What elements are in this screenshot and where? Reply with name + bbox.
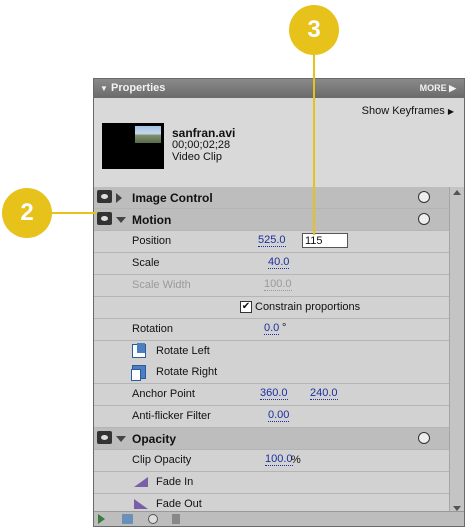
anchor-point-label: Anchor Point bbox=[132, 388, 195, 400]
scale-width-label: Scale Width bbox=[132, 279, 191, 291]
step-3-leader-line bbox=[313, 55, 315, 235]
opacity-row[interactable]: Opacity bbox=[94, 428, 450, 450]
position-y-input[interactable]: 115 bbox=[302, 233, 348, 248]
trash-icon[interactable] bbox=[172, 514, 180, 524]
step-2-callout: 2 bbox=[2, 188, 52, 238]
rotate-right-icon[interactable] bbox=[131, 365, 146, 381]
play-effect-icon[interactable] bbox=[98, 514, 105, 524]
properties-panel: ▼ Properties MORE ▶ Show Keyframes ▶ san… bbox=[93, 78, 465, 527]
rotate-left-button[interactable]: Rotate Left bbox=[156, 345, 210, 357]
clip-timecode: 00;00;02;28 bbox=[172, 139, 231, 151]
clip-opacity-label: Clip Opacity bbox=[132, 454, 192, 466]
visibility-eye-icon[interactable] bbox=[97, 190, 112, 203]
clip-opacity-row: Clip Opacity 100.0 % bbox=[94, 450, 450, 472]
stopwatch-icon[interactable] bbox=[148, 514, 158, 524]
motion-label: Motion bbox=[132, 213, 172, 227]
clip-type: Video Clip bbox=[172, 151, 222, 163]
anti-flicker-row: Anti-flicker Filter 0.00 bbox=[94, 406, 450, 428]
clip-details: sanfran.avi 00;00;02;28 Video Clip bbox=[172, 127, 235, 163]
position-row: Position 525.0 115 bbox=[94, 231, 450, 253]
clip-thumbnail bbox=[102, 123, 164, 169]
rotation-row: Rotation 0.0 ° bbox=[94, 319, 450, 341]
scroll-up-arrow-icon[interactable] bbox=[453, 190, 461, 195]
constrain-proportions-row: ✔ Constrain proportions bbox=[94, 297, 450, 319]
image-control-row[interactable]: Image Control bbox=[94, 187, 450, 209]
rotate-right-button[interactable]: Rotate Right bbox=[156, 366, 217, 378]
visibility-eye-icon[interactable] bbox=[97, 431, 112, 444]
position-x-value[interactable]: 525.0 bbox=[258, 235, 286, 247]
clip-opacity-unit: % bbox=[291, 454, 301, 466]
anchor-point-row: Anchor Point 360.0 240.0 bbox=[94, 384, 450, 406]
scale-row: Scale 40.0 bbox=[94, 253, 450, 275]
vertical-scrollbar[interactable] bbox=[449, 187, 464, 514]
anti-flicker-value[interactable]: 0.00 bbox=[268, 410, 290, 422]
scale-label: Scale bbox=[132, 257, 160, 269]
show-keyframes-button[interactable]: Show Keyframes ▶ bbox=[362, 105, 454, 117]
collapse-triangle-icon[interactable] bbox=[116, 217, 126, 223]
anti-flicker-label: Anti-flicker Filter bbox=[132, 410, 211, 422]
step-3-callout: 3 bbox=[289, 5, 339, 55]
effects-list: Image Control Motion Position 525.0 115 … bbox=[94, 187, 450, 516]
constrain-proportions-checkbox[interactable]: ✔ bbox=[240, 301, 252, 313]
thumbnail-image bbox=[135, 126, 161, 143]
visibility-eye-icon[interactable] bbox=[97, 212, 112, 225]
scale-width-row: Scale Width 100.0 bbox=[94, 275, 450, 297]
fade-in-button[interactable]: Fade In bbox=[156, 476, 193, 488]
rotate-left-row[interactable]: Rotate Left bbox=[94, 341, 450, 362]
collapse-triangle-icon[interactable] bbox=[116, 436, 126, 442]
anchor-point-x-value[interactable]: 360.0 bbox=[260, 388, 288, 400]
panel-bottom-toolbar bbox=[94, 511, 464, 526]
image-control-label: Image Control bbox=[132, 191, 213, 205]
position-label: Position bbox=[132, 235, 172, 247]
rotation-label: Rotation bbox=[132, 323, 173, 335]
panel-titlebar[interactable]: ▼ Properties MORE ▶ bbox=[94, 79, 464, 98]
constrain-proportions-label: Constrain proportions bbox=[255, 301, 361, 313]
stopwatch-icon[interactable] bbox=[418, 213, 430, 225]
fade-out-icon[interactable] bbox=[134, 499, 148, 509]
panel-menu-triangle-icon[interactable]: ▼ bbox=[100, 84, 108, 93]
clip-name: sanfran.avi bbox=[172, 126, 236, 140]
rotate-left-icon[interactable] bbox=[132, 343, 146, 358]
stopwatch-icon[interactable] bbox=[418, 432, 430, 444]
clip-opacity-value[interactable]: 100.0 bbox=[265, 454, 293, 466]
fade-in-icon[interactable] bbox=[134, 477, 148, 487]
rotate-right-row[interactable]: Rotate Right bbox=[94, 362, 450, 384]
fade-in-row[interactable]: Fade In bbox=[94, 472, 450, 494]
stopwatch-icon[interactable] bbox=[418, 191, 430, 203]
expand-triangle-icon[interactable] bbox=[116, 193, 122, 203]
scale-width-value: 100.0 bbox=[264, 278, 292, 291]
fade-out-button[interactable]: Fade Out bbox=[156, 498, 202, 510]
anchor-point-y-value[interactable]: 240.0 bbox=[310, 388, 338, 400]
scale-value[interactable]: 40.0 bbox=[268, 257, 290, 269]
rotation-value[interactable]: 0.0 bbox=[264, 323, 280, 335]
rotation-unit: ° bbox=[282, 322, 287, 334]
panel-title: ▼ Properties bbox=[100, 82, 166, 94]
new-folder-icon[interactable] bbox=[122, 514, 133, 524]
motion-row[interactable]: Motion bbox=[94, 209, 450, 231]
more-menu-button[interactable]: MORE ▶ bbox=[420, 83, 456, 94]
keyframes-arrow-icon: ▶ bbox=[447, 107, 454, 116]
opacity-label: Opacity bbox=[132, 432, 177, 446]
step-2-leader-line bbox=[52, 212, 97, 214]
